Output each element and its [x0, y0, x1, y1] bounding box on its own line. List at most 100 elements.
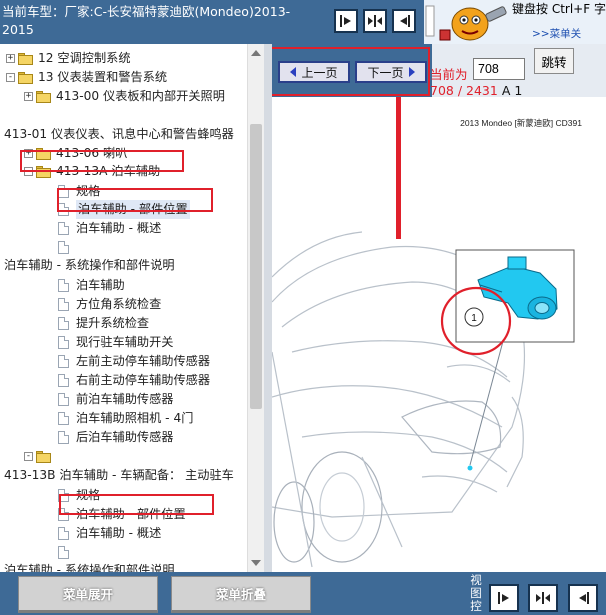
tree-item-label: 12 空调控制系统: [38, 51, 131, 65]
folder-icon: [18, 71, 33, 84]
expand-icon[interactable]: +: [24, 92, 33, 101]
tree-doc-item[interactable]: 提升系统检查: [58, 314, 149, 333]
tree-heading[interactable]: 413-01 仪表仪表、讯息中心和警告蜂鸣器: [4, 125, 234, 144]
prev-arrow-icon: [290, 67, 297, 77]
header-bar: 当前车型：厂家:C-长安福特蒙迪欧(Mondeo)2013-2015 键盘按 C…: [0, 0, 606, 44]
tree-item-label: 泊车辅助: [76, 278, 125, 292]
document-icon: [58, 374, 69, 387]
menu-close-link[interactable]: >>菜单关: [532, 26, 581, 41]
view-tree-only-button[interactable]: [334, 9, 358, 33]
page-total: 2431: [466, 83, 498, 98]
document-icon: [58, 527, 69, 540]
tree-folder-item[interactable]: - 13 仪表装置和警告系统: [6, 68, 167, 87]
tree-item-label: 提升系统检查: [76, 316, 150, 330]
view-control-label: 视图控: [470, 573, 482, 613]
tree-doc-item[interactable]: 泊车辅助: [58, 276, 125, 295]
document-icon: [58, 222, 69, 235]
expand-menu-button[interactable]: 菜单展开: [18, 576, 158, 613]
prev-page-button[interactable]: 上一页: [278, 61, 350, 83]
tree-item-label: 泊车辅助 - 系统操作和部件说明: [4, 563, 175, 572]
folder-icon: [36, 90, 51, 103]
component-marker: [467, 465, 473, 471]
tree-doc-item[interactable]: 方位角系统检查: [58, 295, 161, 314]
bottom-view-tree-button[interactable]: [489, 584, 519, 612]
tree-item-label: 后泊车辅助传感器: [76, 430, 174, 444]
scroll-thumb[interactable]: [250, 124, 262, 409]
tree-heading[interactable]: 泊车辅助 - 系统操作和部件说明: [4, 561, 175, 572]
next-page-button[interactable]: 下一页: [355, 61, 427, 83]
folder-icon: [36, 450, 51, 463]
page-navigation-bar: 上一页 下一页 当前为 跳转 708 / 2431A 1: [272, 44, 606, 98]
tree-doc-item[interactable]: 泊车辅助 - 概述: [58, 219, 161, 238]
tree-item-label: 方位角系统检查: [76, 297, 162, 311]
help-tip-text: 键盘按 Ctrl+F 字!: [512, 2, 606, 16]
tree-heading[interactable]: 413-13B 泊车辅助 - 车辆配备： 主动驻车: [4, 466, 234, 485]
pane-splitter[interactable]: [264, 44, 272, 572]
collapse-menu-button[interactable]: 菜单折叠: [171, 576, 311, 613]
next-arrow-icon: [408, 67, 415, 77]
tree-item-label: 413-00 仪表板和内部开关照明: [56, 89, 225, 103]
tree-scrollbar[interactable]: [247, 44, 264, 572]
tree-item-label: 泊车辅助 - 概述: [76, 221, 162, 235]
scroll-up-icon[interactable]: [251, 50, 261, 56]
page-current: 708: [430, 83, 454, 98]
tree-doc-item[interactable]: 右前主动停车辅助传感器: [58, 371, 210, 390]
tree-doc-item[interactable]: 现行驻车辅助开关: [58, 333, 174, 352]
tree-doc-item[interactable]: 泊车辅助照相机 - 4门: [58, 409, 193, 428]
tree-doc-item[interactable]: [58, 238, 76, 257]
document-icon: [58, 412, 69, 425]
document-icon: [58, 298, 69, 311]
view-split-button[interactable]: [363, 9, 387, 33]
tree-folder-item[interactable]: +12 空调控制系统: [6, 49, 131, 68]
tree-heading[interactable]: 泊车辅助 - 系统操作和部件说明: [4, 256, 175, 275]
document-icon: [58, 431, 69, 444]
expand-icon[interactable]: +: [6, 54, 15, 63]
view-doc-only-button[interactable]: [392, 9, 416, 33]
scroll-down-icon[interactable]: [251, 560, 261, 566]
collapse-icon[interactable]: -: [24, 452, 33, 461]
tree-item-label: 泊车辅助照相机 - 4门: [76, 411, 194, 425]
tree-doc-item[interactable]: 前泊车辅助传感器: [58, 390, 174, 409]
callout-number: 1: [471, 313, 477, 324]
tree-item-label: 现行驻车辅助开关: [76, 335, 174, 349]
document-icon: [58, 546, 69, 559]
parts-location-illustration: 1: [272, 97, 575, 568]
single-pane-icon: [498, 592, 509, 604]
tree-doc-item[interactable]: [58, 543, 76, 562]
helper-mascot-icon: [424, 0, 510, 44]
highlight-box-parts-location-2: [59, 494, 214, 515]
page-number-input[interactable]: [473, 58, 525, 80]
bottom-bar: 菜单展开 菜单折叠: [0, 572, 606, 615]
document-icon: [58, 355, 69, 368]
bottom-view-split-button[interactable]: [528, 584, 558, 612]
tree-folder-item[interactable]: +413-00 仪表板和内部开关照明: [24, 87, 225, 106]
text-pane-icon: [400, 15, 410, 27]
tree-doc-item[interactable]: 泊车辅助 - 概述: [58, 524, 161, 543]
tree-doc-item[interactable]: 后泊车辅助传感器: [58, 428, 174, 447]
document-icon: [58, 241, 69, 254]
tree-folder-item[interactable]: -: [24, 447, 56, 466]
tree-item-label: 泊车辅助 - 系统操作和部件说明: [4, 258, 175, 272]
app-window: 当前车型：厂家:C-长安福特蒙迪欧(Mondeo)2013-2015 键盘按 C…: [0, 0, 606, 615]
red-pointer-arrow: [396, 97, 401, 239]
next-page-label: 下一页: [367, 65, 404, 80]
go-to-page-button[interactable]: 跳转: [534, 48, 574, 74]
tree-item-label: 413-13B 泊车辅助 - 车辆配备： 主动驻车: [4, 468, 234, 482]
page-info: 708 / 2431 A 1: [430, 83, 523, 98]
navigation-tree[interactable]: +12 空调控制系统 - 13 仪表装置和警告系统 +413-00 仪表板和内部开关照…: [0, 44, 247, 572]
bottom-view-doc-button[interactable]: [568, 584, 598, 612]
dual-pane-icon: [368, 15, 382, 27]
highlight-box-parts-location: [57, 188, 213, 212]
document-icon: [58, 317, 69, 330]
document-icon: [58, 393, 69, 406]
document-icon: [58, 279, 69, 292]
tree-item-label: 13 仪表装置和警告系统: [38, 70, 168, 84]
current-page-label: 当前为: [430, 67, 468, 82]
tree-item-label: 泊车辅助 - 概述: [76, 526, 162, 540]
tree-doc-item[interactable]: 左前主动停车辅助传感器: [58, 352, 210, 371]
dual-pane-icon: [536, 592, 550, 604]
document-icon: [58, 336, 69, 349]
page-suffix: A 1: [501, 83, 523, 98]
collapse-icon[interactable]: -: [6, 73, 15, 82]
help-panel: 键盘按 Ctrl+F 字! >>菜单关: [424, 0, 606, 44]
